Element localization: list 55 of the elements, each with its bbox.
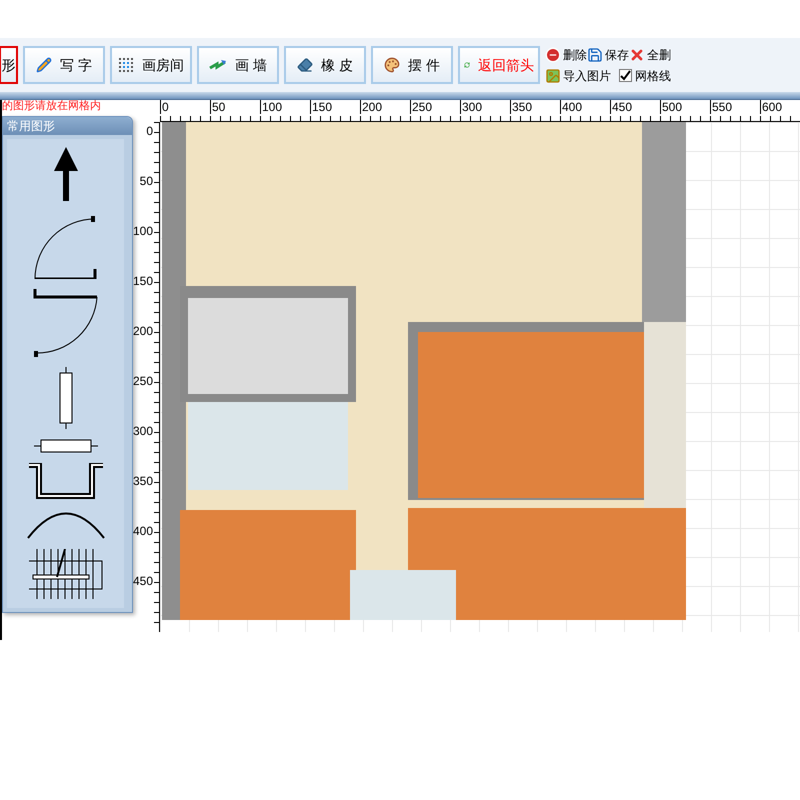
action-button[interactable]: 删除	[545, 46, 587, 64]
arrows-icon	[209, 58, 228, 72]
ruler-label: 450	[132, 574, 153, 588]
save-icon	[587, 46, 603, 62]
ruler-label: 350	[510, 100, 532, 114]
minus-circle-icon	[545, 46, 561, 62]
tool-button[interactable]: 形	[0, 46, 18, 84]
ruler-label: 400	[132, 524, 153, 538]
tool-button[interactable]: 橡 皮	[284, 46, 366, 84]
checkbox[interactable]	[619, 69, 632, 82]
ruler-label: 600	[760, 100, 782, 114]
ruler-label: 200	[132, 324, 153, 338]
ruler-label: 250	[410, 100, 432, 114]
tool-button[interactable]: 返回箭头	[458, 46, 540, 84]
ruler-label: 0	[160, 100, 169, 114]
tool-button[interactable]: 写 字	[23, 46, 105, 84]
window-symbol-icon[interactable]	[58, 367, 72, 429]
ruler-label: 200	[360, 100, 382, 114]
ruler-label: 350	[132, 474, 153, 488]
eraser-icon	[297, 57, 314, 73]
drawing-canvas[interactable]	[160, 122, 800, 632]
palette-icon	[384, 57, 400, 73]
door-symbol-icon[interactable]	[32, 289, 98, 357]
ruler-label: 250	[132, 374, 153, 388]
wall-niche-icon[interactable]	[28, 463, 102, 499]
ruler-label: 550	[710, 100, 732, 114]
ruler-label: 500	[660, 100, 682, 114]
window-symbol-icon[interactable]	[34, 439, 98, 453]
ruler-label: 150	[132, 274, 153, 288]
checkmark-icon	[620, 70, 631, 81]
tool-button[interactable]: 画房间	[110, 46, 192, 84]
ruler-label: 50	[210, 100, 226, 114]
stairs-icon[interactable]	[28, 549, 102, 601]
ruler-label: 50	[140, 174, 153, 188]
ruler-label: 100	[260, 100, 282, 114]
action-button[interactable]: 全删	[629, 46, 671, 64]
close-icon	[629, 46, 645, 62]
tool-button[interactable]: 摆 件	[371, 46, 453, 84]
ruler-label: 300	[132, 424, 153, 438]
import-image-button[interactable]: 导入图片	[545, 66, 611, 84]
grid-icon	[118, 57, 134, 73]
pencil-icon	[36, 57, 52, 73]
ruler-label: 150	[310, 100, 332, 114]
panel-title: 常用图形	[3, 117, 132, 135]
tool-button[interactable]: 画 墙	[197, 46, 279, 84]
action-button[interactable]: 保存	[587, 46, 629, 64]
ruler-label: 0	[146, 124, 153, 138]
ruler-label: 450	[610, 100, 632, 114]
ruler-label: 300	[460, 100, 482, 114]
grid-lines-checkbox[interactable]: 网格线	[619, 66, 671, 84]
arrow-icon[interactable]	[52, 147, 78, 201]
picture-icon	[545, 68, 561, 84]
hint-text: 的图形请放在网格内	[2, 100, 101, 113]
ruler-label: 100	[132, 224, 153, 238]
ruler-label: 400	[560, 100, 582, 114]
